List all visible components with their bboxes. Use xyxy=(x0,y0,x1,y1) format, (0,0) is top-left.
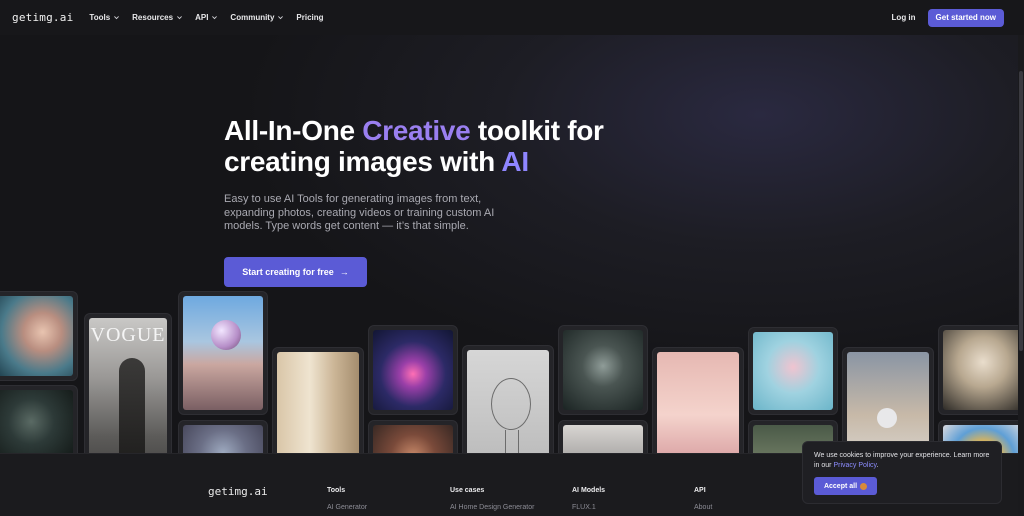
headline-text: creating images with xyxy=(224,146,502,177)
footer-col-use-cases: Use cases AI Home Design Generator xyxy=(450,487,534,511)
scrollbar-thumb[interactable] xyxy=(1019,71,1023,351)
footer-logo[interactable]: getimg.ai xyxy=(208,485,268,498)
footer-heading: Use cases xyxy=(450,487,485,494)
accept-cookies-button[interactable]: Accept all xyxy=(814,477,877,495)
gallery-image[interactable] xyxy=(178,291,268,415)
privacy-policy-link[interactable]: Privacy Policy xyxy=(833,462,876,469)
nav-pricing[interactable]: Pricing xyxy=(296,13,323,22)
gallery-image[interactable] xyxy=(938,325,1024,415)
cookie-icon xyxy=(860,482,868,490)
cta-label: Start creating for free xyxy=(242,267,334,277)
nav-pricing-label: Pricing xyxy=(296,13,324,22)
footer-heading: API xyxy=(694,487,706,494)
start-creating-button[interactable]: Start creating for free → xyxy=(224,257,367,287)
login-link[interactable]: Log in xyxy=(892,13,916,22)
chevron-down-icon xyxy=(278,16,284,20)
nav-links: Tools Resources API Community Pricing xyxy=(89,13,323,22)
chevron-down-icon xyxy=(114,16,120,20)
page-scrollbar[interactable] xyxy=(1018,35,1024,516)
footer-link[interactable]: About xyxy=(694,504,712,511)
image-gallery: VOGUE xyxy=(0,35,1024,488)
nav-api[interactable]: API xyxy=(195,13,218,22)
headline-accent-ai: AI xyxy=(501,146,529,177)
logo[interactable]: getimg.ai xyxy=(12,11,73,24)
hero-subtitle: Easy to use AI Tools for generating imag… xyxy=(224,193,495,232)
footer-col-tools: Tools AI Generator xyxy=(327,487,367,511)
arrow-right-icon: → xyxy=(339,267,349,277)
nav-community[interactable]: Community xyxy=(230,13,284,22)
chevron-down-icon xyxy=(177,16,182,20)
gallery-image[interactable] xyxy=(0,291,78,381)
gallery-image[interactable] xyxy=(748,327,838,415)
footer-link[interactable]: AI Home Design Generator xyxy=(450,504,534,511)
footer-heading: AI Models xyxy=(572,487,606,494)
nav-resources-label: Resources xyxy=(132,13,174,22)
nav-tools[interactable]: Tools xyxy=(89,13,120,22)
cookie-period: . xyxy=(876,462,879,469)
nav-api-label: API xyxy=(195,13,209,22)
cookie-banner: We use cookies to improve your experienc… xyxy=(802,441,1002,504)
accept-label: Accept all xyxy=(823,482,858,490)
footer-col-api: API About xyxy=(694,487,712,511)
cookie-text: We use cookies to improve your experienc… xyxy=(814,451,990,471)
footer-col-ai-models: AI Models FLUX.1 xyxy=(572,487,605,511)
gallery-image[interactable] xyxy=(558,325,648,415)
footer-heading: Tools xyxy=(327,487,346,494)
footer-link[interactable]: AI Generator xyxy=(327,504,367,511)
nav-actions: Log in Get started now xyxy=(892,8,1004,27)
footer-link[interactable]: FLUX.1 xyxy=(572,504,605,511)
headline-accent: Creative xyxy=(362,115,471,146)
top-navbar: getimg.ai Tools Resources API Community … xyxy=(0,0,1024,35)
hero-section: VOGUE All-In-One Creative toolkit for cr… xyxy=(0,35,1024,488)
gallery-image[interactable] xyxy=(368,325,458,415)
headline-text: toolkit for xyxy=(470,115,604,146)
nav-community-label: Community xyxy=(230,13,275,22)
nav-tools-label: Tools xyxy=(89,13,111,22)
headline-text: All-In-One xyxy=(224,115,363,146)
hero-headline: All-In-One Creative toolkit for creating… xyxy=(224,115,604,177)
nav-resources[interactable]: Resources xyxy=(132,13,183,22)
get-started-button[interactable]: Get started now xyxy=(927,8,1004,27)
vogue-label: VOGUE xyxy=(90,324,166,346)
chevron-down-icon xyxy=(212,16,218,20)
